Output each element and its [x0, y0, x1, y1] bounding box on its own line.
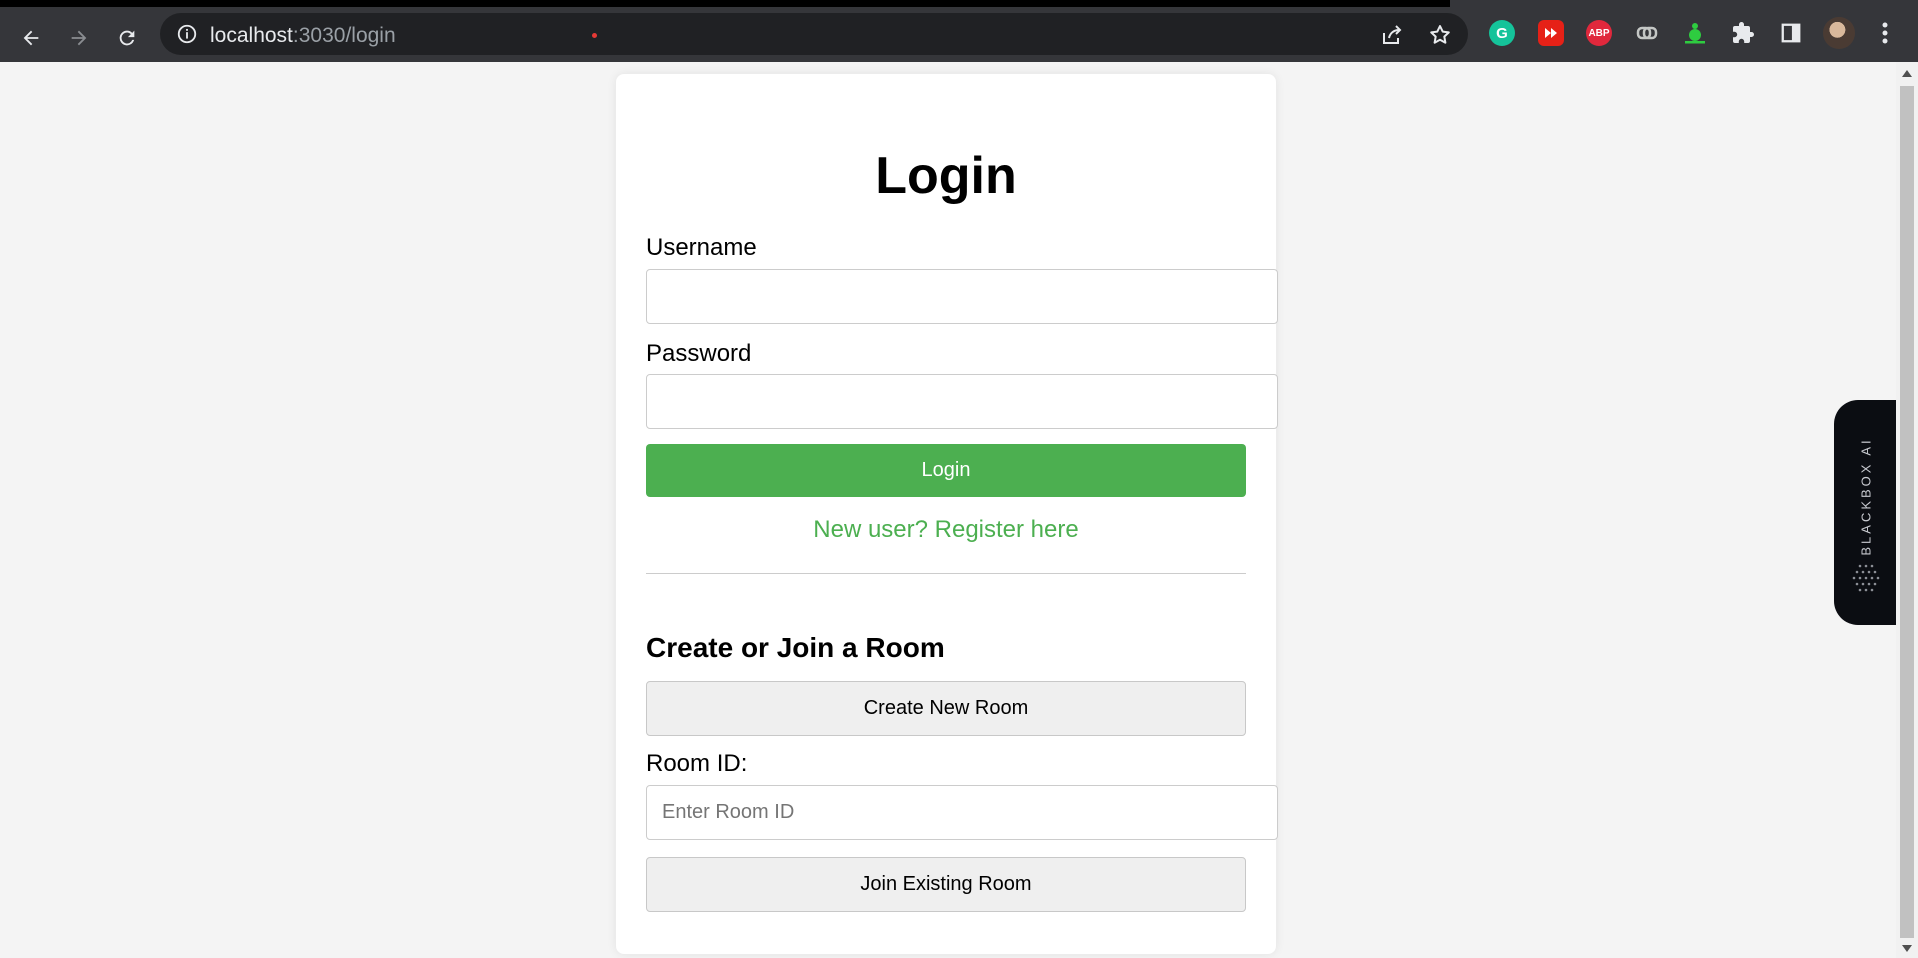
blackbox-label-wrap: BLACKBOX AI — [1842, 436, 1890, 556]
url-text: localhost:3030/login — [210, 24, 396, 48]
blackbox-label: BLACKBOX AI — [1858, 436, 1874, 556]
adblock-plus-extension-icon[interactable]: ABP — [1586, 20, 1612, 46]
recording-dot-icon — [592, 33, 597, 38]
back-button[interactable] — [13, 20, 49, 56]
info-icon[interactable] — [176, 23, 198, 45]
reload-button[interactable] — [109, 20, 145, 56]
blackbox-logo-icon — [1852, 564, 1880, 592]
url-path: :3030/login — [292, 24, 396, 47]
forward-button[interactable] — [61, 20, 97, 56]
login-button[interactable]: Login — [646, 444, 1246, 497]
room-id-input[interactable] — [646, 785, 1278, 840]
page-title: Login — [875, 147, 1017, 205]
username-input[interactable] — [646, 269, 1278, 324]
puzzle-extensions-icon[interactable] — [1730, 20, 1756, 46]
room-id-label: Room ID: — [646, 750, 748, 777]
arrow-right-icon — [71, 30, 87, 46]
youtube-extension-icon[interactable] — [1538, 20, 1564, 46]
register-link[interactable]: New user? Register here — [616, 516, 1276, 544]
password-input[interactable] — [646, 374, 1278, 429]
blackbox-ai-widget[interactable]: BLACKBOX AI — [1834, 400, 1896, 625]
divider — [646, 573, 1246, 574]
join-room-button[interactable]: Join Existing Room — [646, 857, 1246, 912]
scroll-down-arrow-icon[interactable] — [1902, 945, 1912, 952]
reload-icon — [119, 30, 135, 46]
address-bar[interactable]: localhost:3030/login — [160, 13, 1468, 55]
room-section-heading: Create or Join a Room — [646, 632, 945, 663]
scroll-up-arrow-icon[interactable] — [1902, 70, 1912, 77]
profile-avatar[interactable] — [1823, 17, 1855, 49]
login-card: Login Username Password Login New user? … — [616, 74, 1278, 954]
create-room-button[interactable]: Create New Room — [646, 681, 1246, 736]
password-label: Password — [646, 340, 752, 367]
page-scrollbar[interactable] — [1896, 62, 1918, 958]
browser-toolbar: localhost:3030/login — [0, 7, 1918, 62]
green-extension-icon[interactable] — [1682, 20, 1708, 46]
share-icon[interactable] — [1380, 23, 1404, 47]
scrollbar-thumb[interactable] — [1900, 86, 1914, 938]
link-extension-icon[interactable] — [1634, 20, 1660, 46]
menu-kebab-icon[interactable] — [1872, 20, 1898, 46]
side-panel-icon[interactable] — [1778, 20, 1804, 46]
arrow-left-icon — [23, 30, 39, 46]
tab-strip — [0, 0, 1918, 7]
browser-chrome: localhost:3030/login G ABP — [0, 0, 1918, 62]
abp-letters: ABP — [1588, 27, 1610, 39]
grammarly-extension-icon[interactable]: G — [1489, 20, 1515, 46]
username-label: Username — [646, 234, 757, 261]
grammarly-letter: G — [1496, 24, 1508, 42]
url-host: localhost — [210, 24, 293, 47]
star-icon[interactable] — [1428, 23, 1452, 47]
page-viewport: Login Username Password Login New user? … — [0, 62, 1896, 958]
